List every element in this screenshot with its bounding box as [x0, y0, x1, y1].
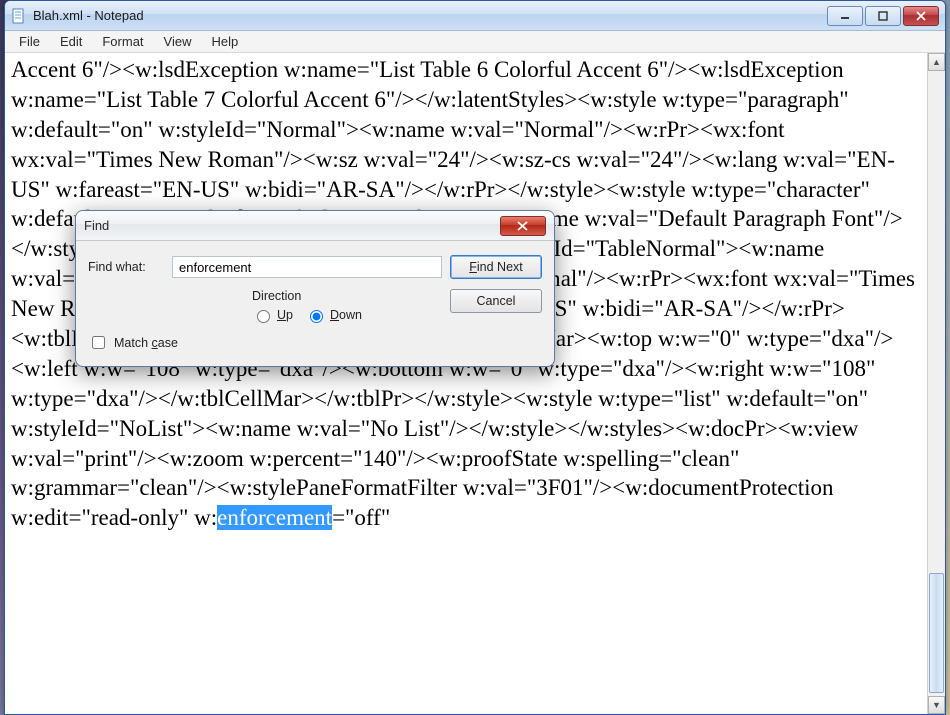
menu-view[interactable]: View	[154, 32, 202, 51]
direction-label: Direction	[252, 289, 362, 303]
menu-file[interactable]: File	[9, 32, 50, 51]
window-controls	[827, 6, 939, 26]
notepad-icon	[11, 8, 27, 24]
scroll-down-arrow[interactable]: ▼	[928, 696, 945, 714]
direction-down-radio[interactable]: Down	[305, 307, 362, 323]
find-dialog-body: Find what: FFind Nextind Next Direction …	[76, 241, 554, 366]
find-next-button[interactable]: FFind Nextind Next	[450, 255, 542, 279]
find-dialog-titlebar[interactable]: Find	[76, 211, 554, 241]
match-case-label: Match case	[114, 336, 178, 350]
menu-help[interactable]: Help	[201, 32, 248, 51]
text-editor[interactable]: Accent 6"/><w:lsdException w:name="List …	[5, 53, 927, 714]
direction-group: Direction Up Down	[252, 289, 362, 323]
find-dialog-close-button[interactable]	[500, 216, 546, 236]
vertical-scrollbar[interactable]: ▲ ▼	[927, 53, 945, 714]
highlighted-match: enforcement	[217, 505, 332, 530]
find-what-input[interactable]	[172, 256, 442, 278]
direction-up-input[interactable]	[257, 310, 270, 323]
menu-edit[interactable]: Edit	[50, 32, 92, 51]
maximize-button[interactable]	[865, 6, 901, 26]
close-button[interactable]	[903, 6, 939, 26]
find-what-label: Find what:	[88, 260, 164, 274]
menubar: File Edit Format View Help	[5, 31, 945, 53]
find-dialog[interactable]: Find Find what: FFind Nextind Next Direc…	[75, 210, 555, 367]
content-area: Accent 6"/><w:lsdException w:name="List …	[5, 53, 945, 714]
minimize-button[interactable]	[827, 6, 863, 26]
editor-text-post: ="off"	[332, 505, 390, 530]
menu-format[interactable]: Format	[92, 32, 153, 51]
direction-up-radio[interactable]: Up	[252, 307, 293, 323]
scroll-up-arrow[interactable]: ▲	[928, 53, 945, 71]
direction-down-input[interactable]	[310, 310, 323, 323]
find-dialog-title: Find	[84, 218, 500, 233]
titlebar[interactable]: Blah.xml - Notepad	[5, 1, 945, 31]
cancel-button[interactable]: Cancel	[450, 289, 542, 313]
match-case-checkbox[interactable]	[92, 336, 105, 349]
window-title: Blah.xml - Notepad	[33, 8, 827, 23]
scroll-thumb[interactable]	[929, 573, 944, 693]
